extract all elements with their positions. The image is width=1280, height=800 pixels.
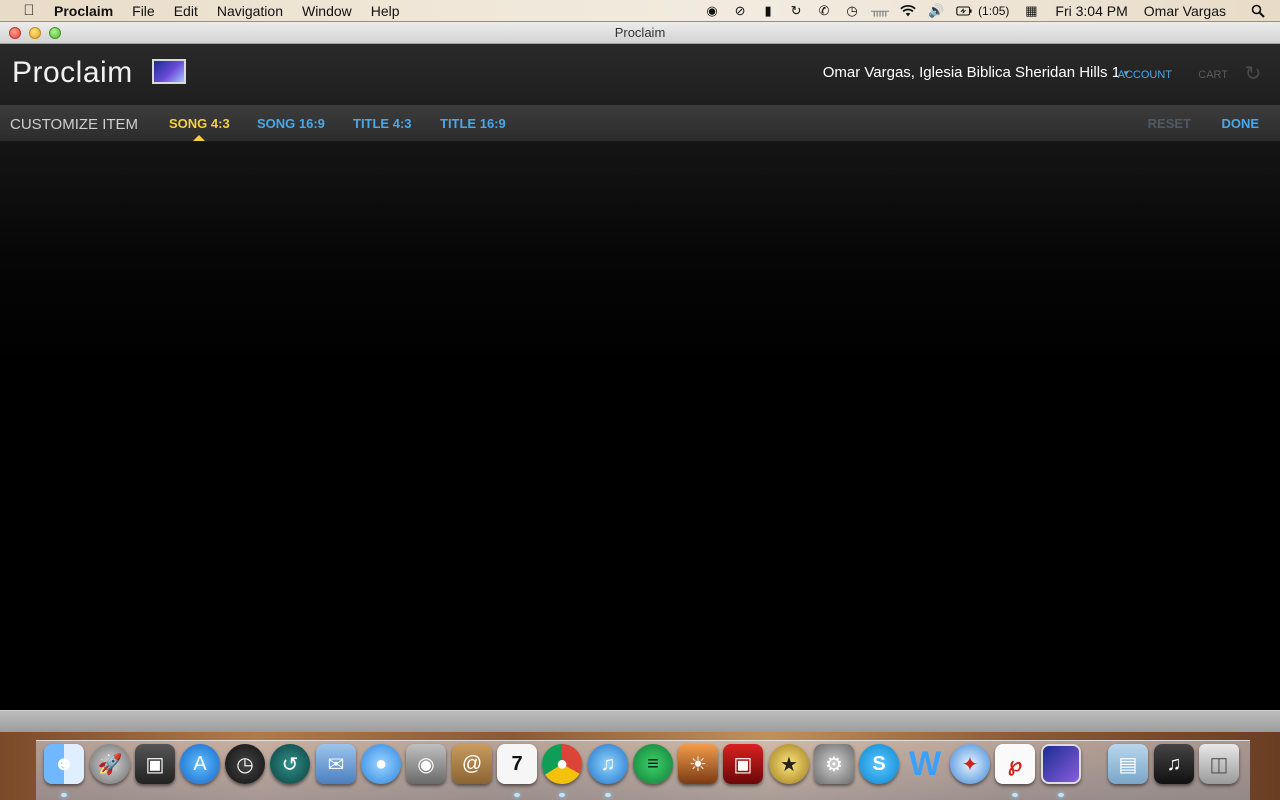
menu-help[interactable]: Help <box>371 3 400 19</box>
running-indicator <box>605 793 611 797</box>
menu-edit[interactable]: Edit <box>174 3 198 19</box>
time-machine-icon[interactable]: ↺ <box>270 744 310 784</box>
bluetooth-icon[interactable]: ᚅ <box>871 3 889 19</box>
itunes-icon[interactable]: ♫ <box>588 744 628 784</box>
done-button[interactable]: DONE <box>1221 116 1259 131</box>
finder-icon[interactable]: ☻ <box>44 744 84 784</box>
applications-folder-icon[interactable]: ▤ <box>1108 744 1148 784</box>
sync-icon[interactable]: ↻ <box>1243 64 1263 84</box>
safari-icon[interactable]: ✦ <box>950 744 990 784</box>
tab-song-16-9[interactable]: SONG 16:9 <box>257 116 325 131</box>
proclaim-logo: Proclaim <box>12 56 133 89</box>
toolbar-title: CUSTOMIZE ITEM <box>10 116 139 133</box>
menu-window[interactable]: Window <box>302 3 352 19</box>
messages-icon[interactable]: ● <box>361 744 401 784</box>
active-tab-indicator <box>193 135 205 141</box>
proclaim-icon[interactable] <box>1041 744 1081 784</box>
dashboard-icon[interactable]: ◷ <box>225 744 265 784</box>
phone-icon[interactable]: ✆ <box>816 3 832 19</box>
wifi-icon[interactable] <box>900 3 916 19</box>
photo-booth-icon[interactable]: ▣ <box>135 744 175 784</box>
spotlight-search-icon[interactable] <box>1250 3 1266 19</box>
chrome-icon[interactable]: ● <box>542 744 582 784</box>
sync-icon[interactable]: ↻ <box>788 3 804 19</box>
mail-icon[interactable]: ✉ <box>316 744 356 784</box>
app-store-icon[interactable]: A <box>180 744 220 784</box>
calendar-icon[interactable]: ▦ <box>1023 3 1039 19</box>
running-indicator <box>1058 793 1064 797</box>
word-icon[interactable]: W <box>905 744 945 784</box>
launchpad-icon[interactable]: 🚀 <box>90 744 130 784</box>
music-stack-icon[interactable]: ♫ <box>1154 744 1194 784</box>
fast-user-switch[interactable]: Omar Vargas <box>1144 3 1226 19</box>
contacts-icon[interactable]: @ <box>452 744 492 784</box>
battery-time: (1:05) <box>978 4 1010 18</box>
window-title-bar: Proclaim <box>0 22 1280 44</box>
tab-title-16-9[interactable]: TITLE 16:9 <box>440 116 506 131</box>
user-org-label: Omar Vargas, Iglesia Biblica Sheridan Hi… <box>822 64 1121 81</box>
facetime-icon[interactable]: ◉ <box>406 744 446 784</box>
photo-booth-red-icon[interactable]: ▣ <box>723 744 763 784</box>
menu-bar:  Proclaim File Edit Navigation Window H… <box>0 0 1280 22</box>
customize-toolbar: CUSTOMIZE ITEM SONG 4:3 SONG 16:9 TITLE … <box>0 106 1280 142</box>
system-preferences-icon[interactable]: ⚙ <box>814 744 854 784</box>
menu-app-name[interactable]: Proclaim <box>54 3 113 19</box>
running-indicator <box>1012 793 1018 797</box>
proclaim-logo-screen-icon <box>152 59 186 84</box>
tab-song-4-3[interactable]: SONG 4:3 <box>169 116 230 131</box>
volume-icon[interactable]: 🔊 <box>928 3 944 19</box>
bookmark-icon[interactable]: ▮ <box>760 3 776 19</box>
calendar-icon[interactable]: 7 <box>497 744 537 784</box>
user-org-menu[interactable]: Omar Vargas, Iglesia Biblica Sheridan Hi… <box>823 64 1130 81</box>
skype-icon[interactable]: S <box>859 744 899 784</box>
spotify-icon[interactable]: ≡ <box>633 744 673 784</box>
running-indicator <box>559 793 565 797</box>
imovie-icon[interactable]: ★ <box>769 744 809 784</box>
cart-link[interactable]: CART <box>1198 69 1228 81</box>
do-not-disturb-icon[interactable]: ⊘ <box>732 3 748 19</box>
customize-preview-area <box>0 142 1280 710</box>
tab-title-4-3[interactable]: TITLE 4:3 <box>353 116 412 131</box>
battery-icon[interactable] <box>956 3 972 19</box>
clock[interactable]: Fri 3:04 PM <box>1055 3 1127 19</box>
time-machine-icon[interactable]: ◷ <box>844 3 860 19</box>
account-link[interactable]: ACCOUNT <box>1118 69 1172 81</box>
running-indicator <box>514 793 520 797</box>
headphones-icon[interactable]: ◉ <box>704 3 720 19</box>
app-header: Proclaim Omar Vargas, Iglesia Biblica Sh… <box>0 44 1280 106</box>
reset-button[interactable]: RESET <box>1148 116 1191 131</box>
acrobat-icon[interactable]: ℘ <box>995 744 1035 784</box>
menu-navigation[interactable]: Navigation <box>217 3 283 19</box>
window-bottom-bar <box>0 710 1280 732</box>
apple-menu-icon[interactable]:  <box>18 2 40 19</box>
iphoto-icon[interactable]: ☀ <box>678 744 718 784</box>
menu-file[interactable]: File <box>132 3 155 19</box>
status-area: ◉ ⊘ ▮ ↻ ✆ ◷ ᚅ 🔊 (1:05) ▦ Fri 3:04 PM Oma… <box>698 0 1280 22</box>
running-indicator <box>61 793 67 797</box>
trash-icon[interactable]: ◫ <box>1199 744 1239 784</box>
window-title: Proclaim <box>614 25 666 40</box>
